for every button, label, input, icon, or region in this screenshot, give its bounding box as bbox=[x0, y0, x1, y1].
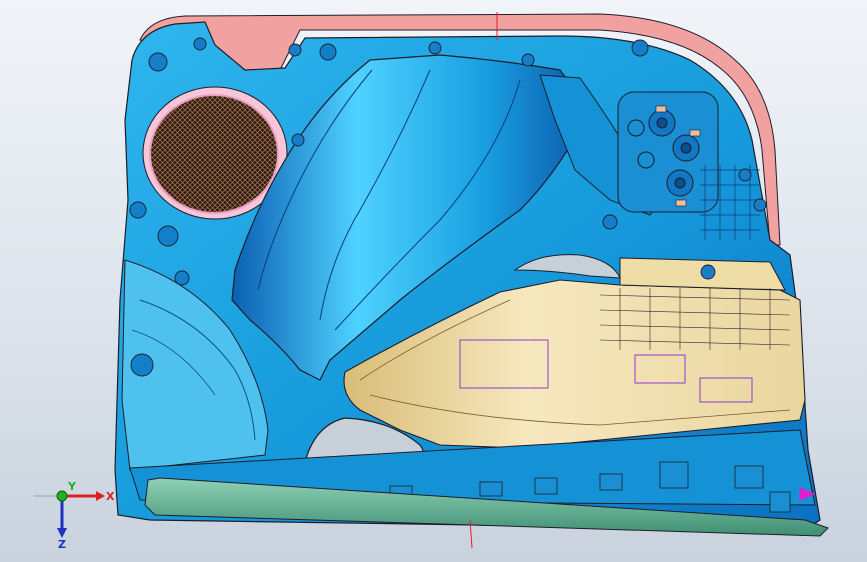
axis-triad[interactable]: X Y Z bbox=[30, 478, 120, 550]
x-axis-label: X bbox=[106, 490, 115, 503]
cad-3d-viewport[interactable] bbox=[0, 0, 867, 562]
window-switch-cluster[interactable] bbox=[617, 91, 719, 213]
z-axis-label: Z bbox=[58, 538, 66, 550]
y-axis-dot-icon bbox=[56, 490, 68, 502]
y-axis-label: Y bbox=[67, 480, 77, 493]
